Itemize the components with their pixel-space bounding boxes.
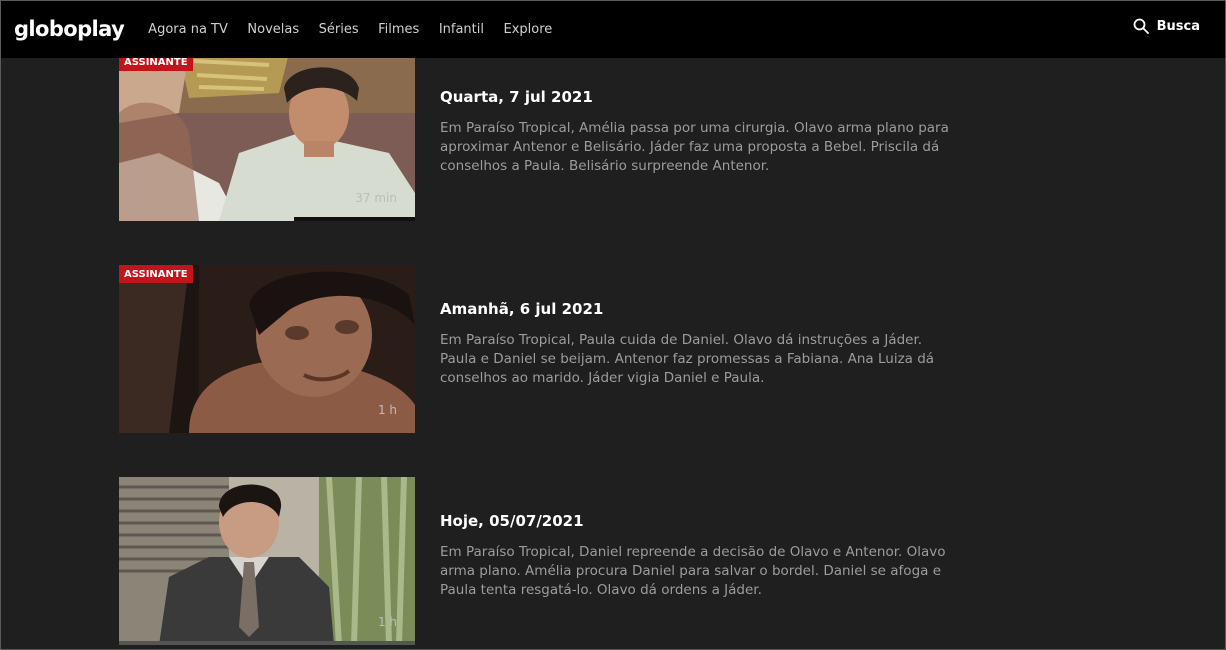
subscriber-badge: ASSINANTE	[119, 265, 193, 283]
episode-title[interactable]: Hoje, 05/07/2021	[440, 512, 584, 530]
episode-card: ASSINANTE 1 h Amanhã, 6 jul 2021 Em Para…	[119, 265, 969, 433]
episode-title[interactable]: Quarta, 7 jul 2021	[440, 88, 593, 106]
episode-duration: 1 h	[377, 615, 397, 629]
episode-duration: 37 min	[355, 191, 397, 205]
top-navigation-bar: globoplay Agora na TV Novelas Séries Fil…	[0, 0, 1226, 58]
search-icon	[1133, 18, 1149, 34]
nav-infantil[interactable]: Infantil	[439, 22, 484, 37]
episode-image	[119, 477, 415, 645]
episode-duration: 1 h	[377, 403, 397, 417]
episode-description: Em Paraíso Tropical, Amélia passa por um…	[440, 120, 949, 174]
nav-explore[interactable]: Explore	[504, 22, 553, 37]
episode-description: Em Paraíso Tropical, Paula cuida de Dani…	[440, 332, 935, 386]
search-button[interactable]: Busca	[1133, 18, 1200, 34]
episode-card: 1 h Hoje, 05/07/2021 Em Paraíso Tropical…	[119, 477, 969, 645]
globoplay-logo[interactable]: globoplay	[14, 17, 125, 41]
episode-image	[119, 265, 415, 433]
episode-description: Em Paraíso Tropical, Daniel repreende a …	[440, 544, 946, 598]
episode-thumbnail[interactable]: 1 h	[119, 477, 415, 645]
episode-thumbnail[interactable]: ASSINANTE 37 min	[119, 53, 415, 221]
nav-filmes[interactable]: Filmes	[378, 22, 419, 37]
main-nav: Agora na TV Novelas Séries Filmes Infant…	[148, 22, 572, 37]
nav-novelas[interactable]: Novelas	[247, 22, 299, 37]
nav-series[interactable]: Séries	[319, 22, 359, 37]
nav-agora-na-tv[interactable]: Agora na TV	[148, 22, 228, 37]
episode-title[interactable]: Amanhã, 6 jul 2021	[440, 300, 603, 318]
episode-thumbnail[interactable]: ASSINANTE 1 h	[119, 265, 415, 433]
episode-card: ASSINANTE 37 min Quarta, 7 jul 2021 Em P…	[119, 53, 969, 221]
search-label: Busca	[1156, 18, 1200, 34]
